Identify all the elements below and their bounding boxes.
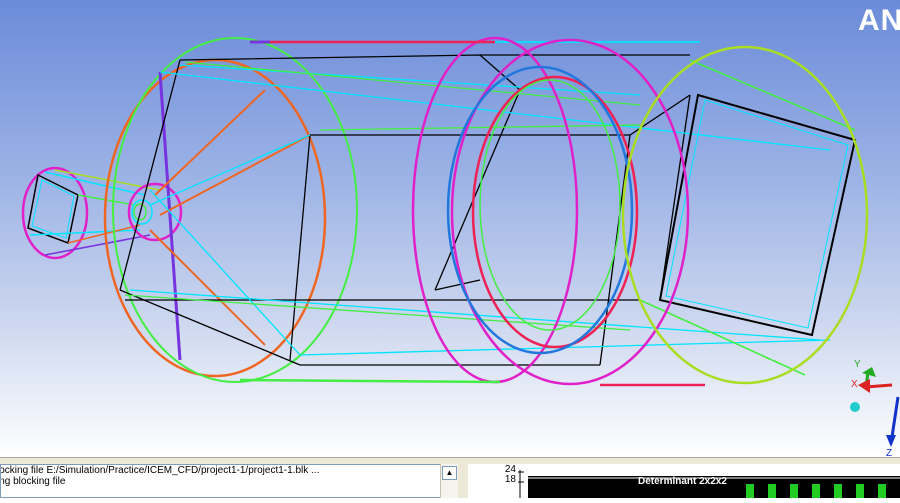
y-tick-label: 18	[504, 474, 516, 485]
mid-ring-blue	[446, 65, 634, 355]
brand-logo-text: AN	[858, 4, 900, 37]
triad-origin-icon	[850, 402, 860, 412]
outlet-block	[658, 93, 857, 337]
axis-z-arrow	[886, 435, 896, 447]
message-log[interactable]: locking file E:/Simulation/Practice/ICEM…	[0, 464, 458, 498]
axis-triad[interactable]: Y X Z	[840, 355, 900, 457]
throat-ring	[127, 182, 183, 242]
quality-histogram[interactable]: 24 18 Determinant 2x2x2	[468, 464, 900, 498]
histogram-title: Determinant 2x2x2	[638, 476, 727, 487]
log-line: ing blocking file	[0, 476, 66, 487]
axis-y-label: Y	[854, 359, 861, 370]
axis-z-line	[890, 396, 900, 438]
axis-x-label: X	[851, 379, 858, 390]
wireframe-geometry[interactable]	[0, 0, 900, 457]
arrow-up-icon[interactable]: ▲	[442, 466, 457, 480]
log-scrollbar[interactable]: ▲	[440, 464, 458, 498]
axis-z-label: Z	[886, 448, 892, 457]
axis-x-arrow	[858, 379, 870, 393]
graphics-viewport[interactable]: AN Y X Z	[0, 0, 900, 457]
log-line: locking file E:/Simulation/Practice/ICEM…	[0, 465, 320, 476]
outlet-ring	[621, 45, 869, 385]
bottom-panel: locking file E:/Simulation/Practice/ICEM…	[0, 457, 900, 498]
inlet-ring	[21, 166, 89, 260]
